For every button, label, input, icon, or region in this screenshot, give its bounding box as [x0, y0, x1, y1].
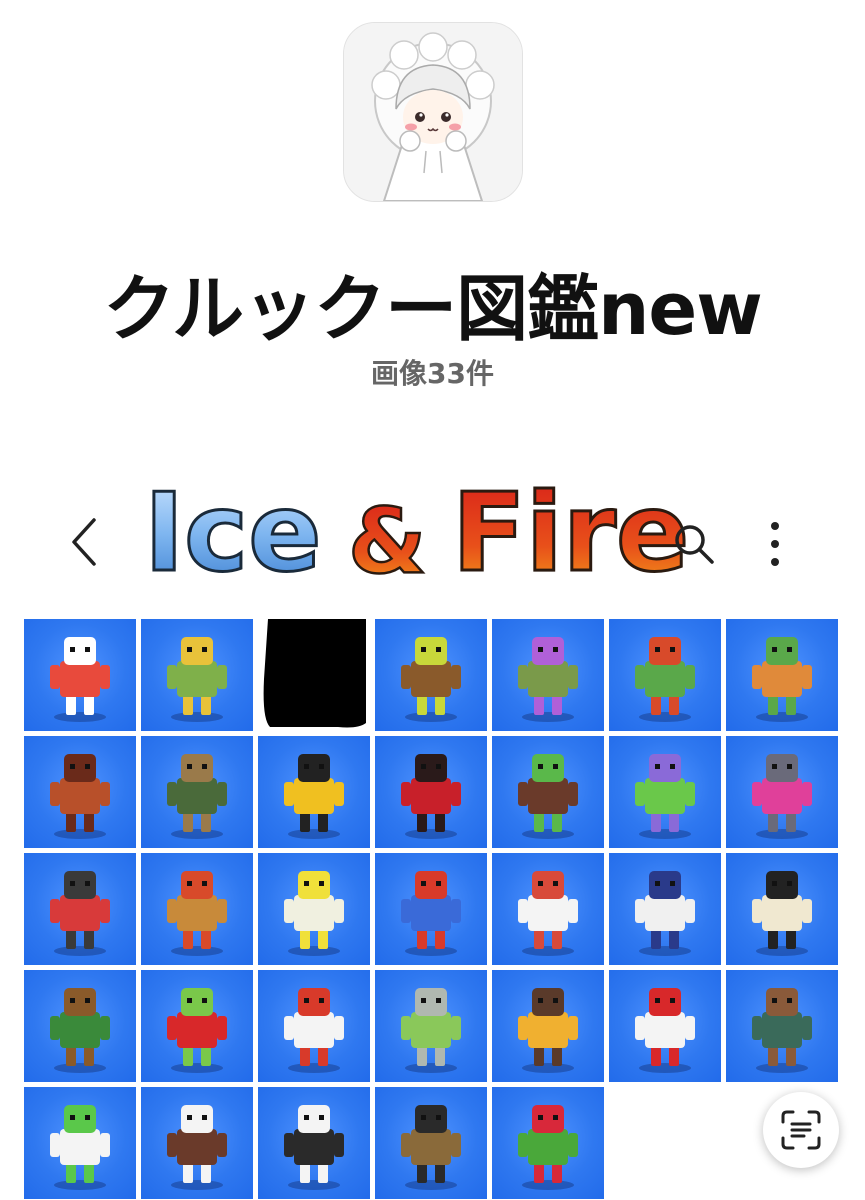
thumbnail-deer[interactable] [375, 619, 487, 731]
thumbnail-satellite-bird[interactable] [609, 853, 721, 965]
thumbnail-soccer-ball[interactable] [609, 970, 721, 1082]
voxel-character-figure [518, 754, 578, 839]
thumbnail-lava-dog[interactable] [375, 736, 487, 848]
voxel-character-figure [401, 1105, 461, 1190]
voxel-character-figure [752, 871, 812, 956]
thumbnail-plug-and-bulb[interactable] [258, 853, 370, 965]
voxel-character-figure [752, 637, 812, 722]
thumbnail-rocket[interactable] [258, 970, 370, 1082]
thumbnail-fox-warrior[interactable] [726, 619, 838, 731]
thumbnail-soldier[interactable] [141, 736, 253, 848]
search-button[interactable] [670, 520, 718, 568]
voxel-character-figure [752, 988, 812, 1073]
album-title: クルックー図鑑new [103, 267, 762, 351]
image-grid [24, 619, 841, 1199]
scan-text-icon [781, 1110, 821, 1150]
more-options-button[interactable] [760, 516, 790, 572]
voxel-character-figure [284, 754, 344, 839]
voxel-character-figure [167, 637, 227, 722]
voxel-character-figure [635, 637, 695, 722]
logo-fire-text: Fire [452, 471, 689, 596]
voxel-character-figure [401, 871, 461, 956]
ice-and-fire-logo: Ice & Fire [140, 460, 700, 600]
voxel-character-figure [635, 871, 695, 956]
thumbnail-hidden[interactable] [258, 619, 370, 731]
redacted-block [263, 619, 366, 728]
voxel-character-figure [401, 988, 461, 1073]
voxel-character-figure [167, 871, 227, 956]
thumbnail-bear-duo[interactable] [375, 1087, 487, 1199]
voxel-character-figure [50, 754, 110, 839]
thumbnail-mushroom-man[interactable] [609, 619, 721, 731]
voxel-character-figure [167, 988, 227, 1073]
voxel-character-figure [401, 637, 461, 722]
voxel-character-figure [518, 988, 578, 1073]
ice-and-fire-wordmark: Ice & Fire [143, 470, 691, 598]
voxel-character-figure [167, 754, 227, 839]
voxel-character-figure [752, 754, 812, 839]
thumbnail-red-bird-hula[interactable] [141, 970, 253, 1082]
image-count: 画像33件 [371, 357, 494, 390]
back-button[interactable] [62, 512, 110, 572]
thumbnail-skeleton[interactable] [726, 853, 838, 965]
chevron-left-icon [72, 518, 96, 566]
voxel-character-figure [284, 1105, 344, 1190]
thumbnail-cow-trio[interactable] [24, 1087, 136, 1199]
thumbnail-cactus-cowboy[interactable] [24, 970, 136, 1082]
search-icon [675, 525, 714, 564]
thumbnail-green-robot[interactable] [609, 736, 721, 848]
thumbnail-piano-bear[interactable] [141, 1087, 253, 1199]
thumbnail-excavator-mech[interactable] [258, 736, 370, 848]
thumbnail-penguin-trio[interactable] [258, 1087, 370, 1199]
voxel-character-figure [635, 754, 695, 839]
voxel-character-figure [167, 1105, 227, 1190]
voxel-character-figure [518, 1105, 578, 1190]
thumbnail-king[interactable] [375, 853, 487, 965]
text-scan-button[interactable] [763, 1092, 839, 1168]
voxel-character-figure [50, 1105, 110, 1190]
voxel-character-figure [518, 871, 578, 956]
thumbnail-crowned-robot[interactable] [141, 619, 253, 731]
voxel-character-figure [50, 871, 110, 956]
voxel-character-figure [635, 988, 695, 1073]
thumbnail-straw-hut-golem[interactable] [141, 853, 253, 965]
voxel-character-figure [518, 637, 578, 722]
thumbnail-banana-brawler[interactable] [492, 736, 604, 848]
album-cover-avatar [343, 22, 523, 202]
thumbnail-watermelon[interactable] [492, 1087, 604, 1199]
logo-ampersand-text: & [348, 489, 427, 594]
voxel-character-figure [284, 871, 344, 956]
more-vertical-icon [771, 522, 779, 566]
thumbnail-shovel[interactable] [726, 970, 838, 1082]
thumbnail-clown-figure[interactable] [24, 619, 136, 731]
thumbnail-pink-mech[interactable] [726, 736, 838, 848]
thumbnail-brick-block[interactable] [24, 736, 136, 848]
anime-girl-illustration [344, 23, 522, 201]
thumbnail-fairy[interactable] [492, 619, 604, 731]
thumbnail-rhino-helicopter[interactable] [375, 970, 487, 1082]
album-header-bar: Ice & Fire [0, 460, 865, 610]
thumbnail-spider-clown[interactable] [24, 853, 136, 965]
voxel-character-figure [401, 754, 461, 839]
voxel-character-figure [284, 988, 344, 1073]
thumbnail-buffalo-sun[interactable] [492, 970, 604, 1082]
voxel-character-figure [50, 988, 110, 1073]
logo-ice-text: Ice [144, 471, 321, 596]
thumbnail-snow-boat[interactable] [492, 853, 604, 965]
voxel-character-figure [50, 637, 110, 722]
